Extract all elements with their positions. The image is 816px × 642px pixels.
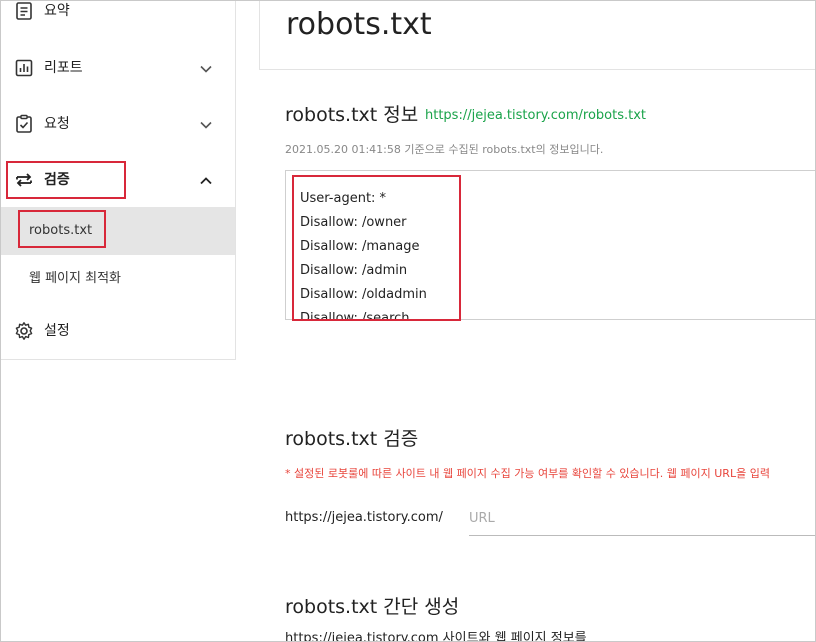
url-input[interactable] — [469, 501, 815, 536]
highlight-box-robots — [18, 210, 106, 248]
sidebar-item-summary[interactable]: 요약 — [1, 1, 235, 31]
sidebar-item-settings[interactable]: 설정 — [1, 311, 235, 351]
chevron-down-icon — [199, 61, 213, 75]
sidebar-subitem-web-page-optimization[interactable]: 웹 페이지 최적화 — [1, 255, 235, 303]
gear-icon — [14, 321, 34, 341]
verify-notice: * 설정된 로봇룰에 따른 사이트 내 웹 페이지 수집 가능 여부를 확인할 … — [285, 467, 770, 480]
robots-verify-title: robots.txt 검증 — [285, 428, 419, 450]
highlight-box-lines — [292, 175, 461, 321]
chevron-up-icon — [199, 173, 213, 187]
robots-info-title: robots.txt 정보 — [285, 104, 419, 126]
sidebar-item-label: 설정 — [44, 323, 70, 339]
robots-generate-title: robots.txt 간단 생성 — [285, 596, 460, 618]
collected-info-text: 2021.05.20 01:41:58 기준으로 수집된 robots.txt의… — [285, 143, 604, 156]
generate-description: https://jejea.tistory.com 사이트와 웹 페이지 정보를 — [285, 631, 587, 642]
sidebar-item-request[interactable]: 요청 — [1, 104, 235, 144]
page-header: robots.txt — [259, 1, 815, 70]
highlight-box-verify — [6, 161, 126, 199]
clipboard-check-icon — [14, 114, 34, 134]
main-content: robots.txt robots.txt 정보 https://jejea.t… — [259, 1, 815, 642]
robots-url-link[interactable]: https://jejea.tistory.com/robots.txt — [425, 106, 646, 126]
sidebar-item-label: 요청 — [44, 116, 70, 132]
sidebar-subitem-label: 웹 페이지 최적화 — [29, 271, 121, 286]
document-icon — [14, 1, 34, 21]
sidebar-item-label: 요약 — [44, 3, 70, 19]
chevron-down-icon — [199, 117, 213, 131]
window-frame: 요약 리포트 요청 검증 robots.txt 웹 페이지 최적화 설정 rob… — [0, 0, 816, 642]
sidebar: 요약 리포트 요청 검증 robots.txt 웹 페이지 최적화 설정 — [1, 1, 236, 360]
page-title: robots.txt — [286, 7, 432, 42]
bar-chart-icon — [14, 58, 34, 78]
base-url-label: https://jejea.tistory.com/ — [285, 510, 443, 525]
sidebar-item-report[interactable]: 리포트 — [1, 48, 235, 88]
sidebar-item-label: 리포트 — [44, 60, 83, 76]
